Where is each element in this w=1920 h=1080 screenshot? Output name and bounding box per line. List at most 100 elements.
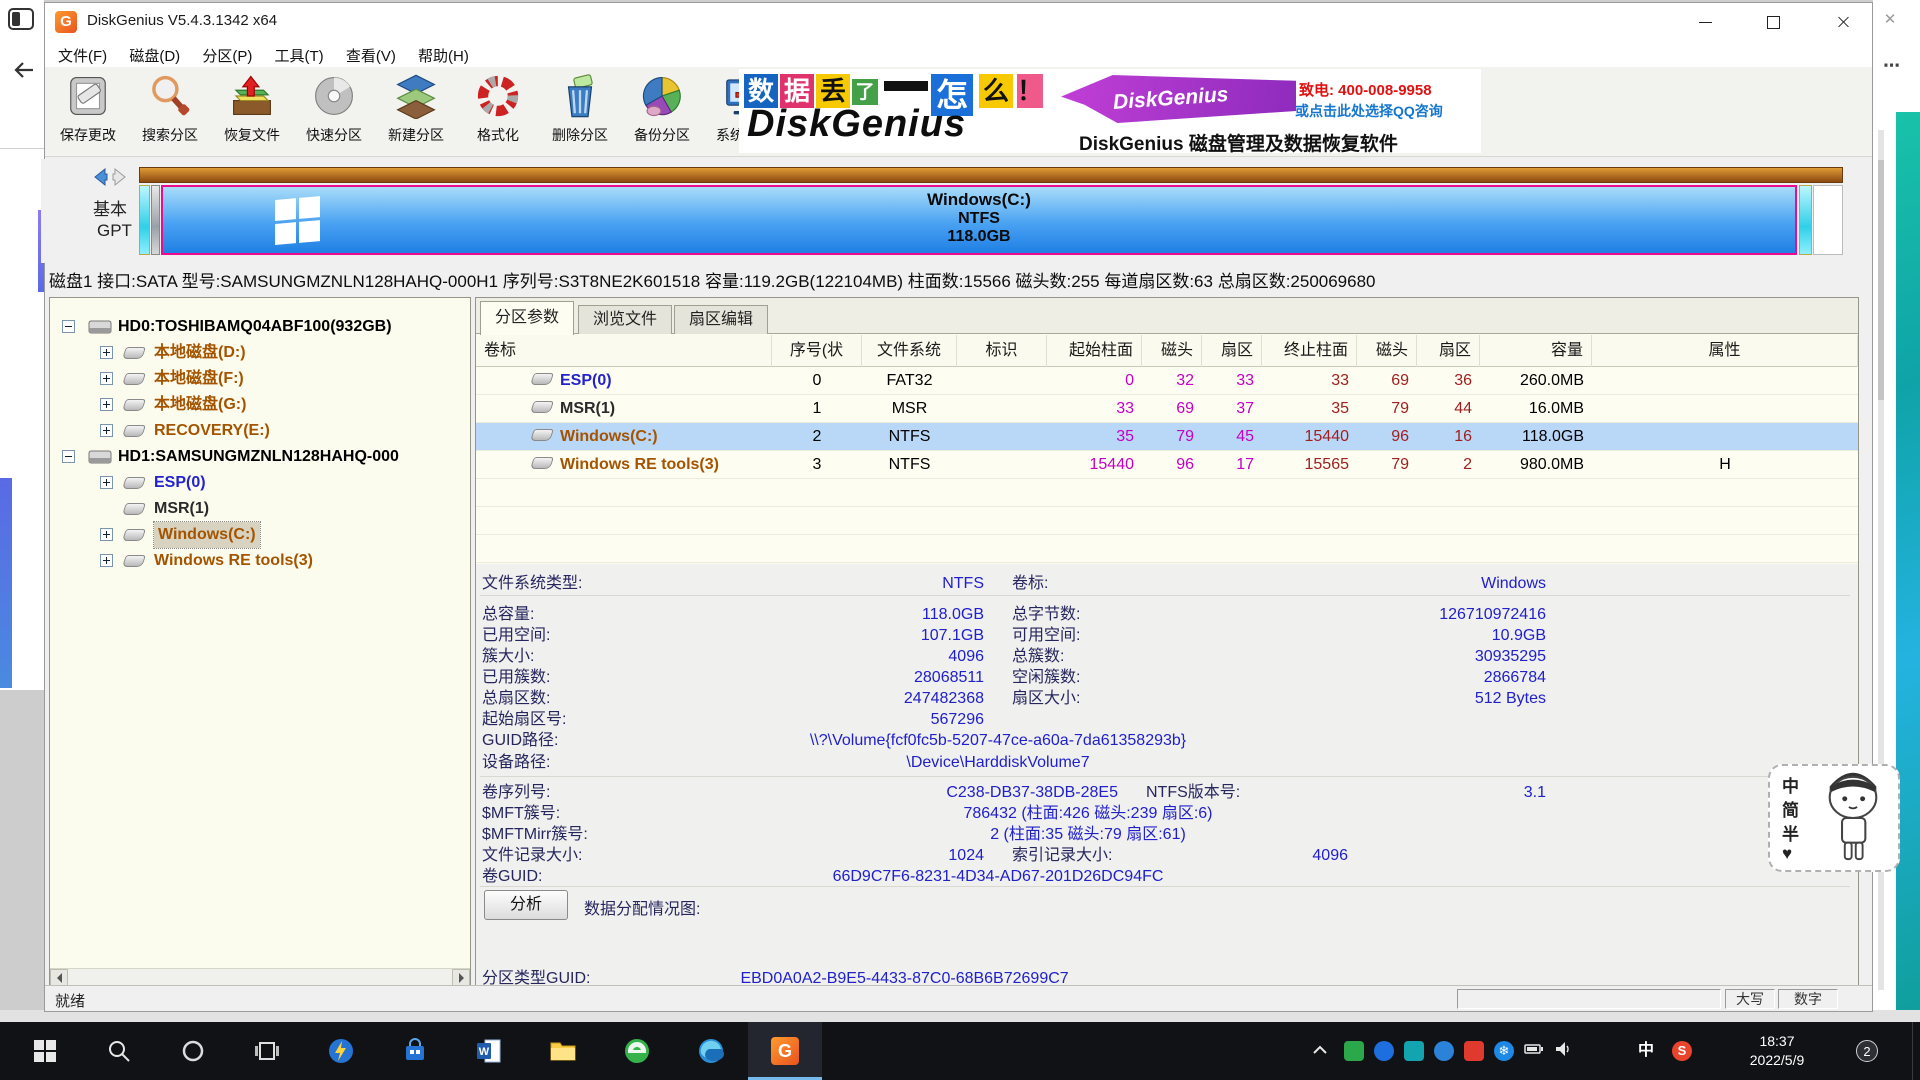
expand-icon[interactable] [100,372,113,385]
tree-item-windows-c[interactable]: Windows(C:) [50,522,470,548]
taskbar-search-button[interactable] [82,1022,156,1080]
taskbar-store-button[interactable] [378,1022,452,1080]
tray-sogou-icon[interactable]: S [1672,1041,1692,1061]
menu-tools[interactable]: 工具(T) [266,41,333,70]
quick-partition-button[interactable]: 快速分区 [293,71,375,153]
tray-qq-icon[interactable] [1434,1041,1454,1061]
tray-snowflake-icon[interactable]: ❄ [1494,1041,1514,1061]
tray-ime-indicator[interactable]: 中 [1636,1041,1656,1061]
table-row-windows-re-tools[interactable]: Windows RE tools(3) 3 NTFS 15440 96 17 1… [476,451,1858,479]
table-row-windows-c-selected[interactable]: Windows(C:) 2 NTFS 35 79 45 15440 96 16 … [476,423,1858,451]
back-arrow-icon[interactable] [12,58,36,82]
detail-row: 起始扇区号:567296 [482,709,1546,730]
more-menu-icon[interactable]: ⋯ [1883,56,1905,76]
table-empty-row [476,479,1858,507]
tree-item-hd0[interactable]: HD0:TOSHIBAMQ04ABF100(932GB) [50,314,470,340]
expand-icon[interactable] [100,476,113,489]
expand-icon[interactable] [100,398,113,411]
tree-item-recovery-e[interactable]: RECOVERY(E:) [50,418,470,444]
taskbar-browser-green-button[interactable] [600,1022,674,1080]
taskbar-app-lightning[interactable] [304,1022,378,1080]
tab-partition-parameters[interactable]: 分区参数 [480,301,574,335]
tray-teal-icon[interactable] [1404,1041,1424,1061]
ime-halfwidth-mode[interactable]: 半 [1782,820,1799,845]
partition-slice-windows-c-selected[interactable]: Windows(C:) NTFS 118.0GB [161,185,1797,255]
tray-green-icon[interactable] [1344,1041,1364,1061]
partition-slice-free[interactable] [1813,185,1843,255]
close-icon[interactable]: ✕ [1880,10,1900,30]
ime-chinese-mode[interactable]: 中 [1782,772,1799,797]
close-button[interactable] [1827,11,1861,33]
menu-partition[interactable]: 分区(P) [193,41,261,70]
search-partition-button[interactable]: 搜索分区 [129,71,211,153]
menu-view[interactable]: 查看(V) [337,41,405,70]
scroll-right-button[interactable] [452,969,470,986]
taskbar-clock[interactable]: 18:37 2022/5/9 [1727,1032,1827,1070]
partition-graph-panel: 基本 GPT Windows(C:) NTFS 118.0GB [41,159,1859,263]
ime-status-panel[interactable]: 中 简 半 ♥ [1768,764,1900,872]
tray-battery-icon[interactable] [1524,1041,1544,1061]
analyze-button[interactable]: 分析 [484,890,568,920]
taskbar-edge-button[interactable] [674,1022,748,1080]
maximize-button[interactable] [1757,11,1791,33]
partition-slice-win-re[interactable] [1799,185,1812,255]
banner-dash [884,81,928,91]
table-row-esp[interactable]: ESP(0) 0 FAT32 0 32 33 33 69 36 260.0MB [476,367,1858,395]
menu-disk[interactable]: 磁盘(D) [120,41,189,70]
minimize-button[interactable] [1689,11,1723,33]
tray-chevron-up-icon[interactable] [1310,1041,1330,1061]
partition-slice-msr[interactable] [151,185,160,255]
menu-file[interactable]: 文件(F) [49,41,116,70]
expand-icon[interactable] [100,424,113,437]
collapse-icon[interactable] [62,450,75,463]
tray-blue-icon[interactable] [1374,1041,1394,1061]
taskbar-explorer-button[interactable] [526,1022,600,1080]
taskbar-word-button[interactable]: W [452,1022,526,1080]
status-cell-empty [1457,989,1721,1009]
banner-qq-link[interactable]: 或点击此处选择QQ咨询 [1295,101,1479,121]
backup-partition-button[interactable]: 备份分区 [621,71,703,153]
ime-emoticon-icon[interactable]: ♥ [1782,844,1792,864]
expand-icon[interactable] [100,528,113,541]
collapse-icon[interactable] [62,320,75,333]
banner-ad[interactable]: 数 据 丢 了 怎 么 ！ DiskGenius DiskGenius 致电: … [739,69,1481,153]
format-button[interactable]: 格式化 [457,71,539,153]
start-button[interactable] [8,1022,82,1080]
new-partition-button[interactable]: 新建分区 [375,71,457,153]
ime-simplified-mode[interactable]: 简 [1782,796,1799,821]
save-changes-button[interactable]: 保存更改 [47,71,129,153]
taskbar-cortana-button[interactable] [156,1022,230,1080]
recover-files-button[interactable]: 恢复文件 [211,71,293,153]
expand-icon[interactable] [100,554,113,567]
backup-partition-icon [639,73,685,119]
disk-nav-arrows-icon[interactable] [89,167,137,187]
scroll-left-button[interactable] [50,969,68,986]
tray-volume-icon[interactable] [1554,1041,1574,1061]
disk-icon [88,449,112,465]
tree-item-local-disk-f[interactable]: 本地磁盘(F:) [50,366,470,392]
menu-help[interactable]: 帮助(H) [409,41,478,70]
taskbar-task-view-button[interactable] [230,1022,304,1080]
tree-item-local-disk-d[interactable]: 本地磁盘(D:) [50,340,470,366]
tree-item-esp[interactable]: ESP(0) [50,470,470,496]
notification-badge[interactable]: 2 [1856,1040,1878,1062]
partition-slice-esp[interactable] [139,185,150,255]
tab-sector-edit[interactable]: 扇区编辑 [674,305,768,334]
disk-capacity-strip[interactable] [139,167,1843,183]
disk-type-basic: 基本 [93,195,127,220]
expand-icon[interactable] [100,346,113,359]
table-row-msr[interactable]: MSR(1) 1 MSR 33 69 37 35 79 44 16.0MB [476,395,1858,423]
tray-red-icon[interactable] [1464,1041,1484,1061]
show-desktop-button[interactable] [1912,1022,1920,1080]
delete-partition-button[interactable]: 删除分区 [539,71,621,153]
tree-item-local-disk-g[interactable]: 本地磁盘(G:) [50,392,470,418]
tree-item-hd1[interactable]: HD1:SAMSUNGMZNLN128HAHQ-000 [50,444,470,470]
taskbar: W G ❄ 中 S 18:37 2 [0,1022,1920,1080]
tree-item-windows-re-tools[interactable]: Windows RE tools(3) [50,548,470,574]
tree-item-msr[interactable]: MSR(1) [50,496,470,522]
tab-browse-files[interactable]: 浏览文件 [578,305,672,334]
taskbar-diskgenius-button-active[interactable]: G [748,1022,822,1080]
tree-horizontal-scrollbar[interactable] [50,968,470,986]
word-icon: W [476,1038,502,1064]
scrollbar-thumb[interactable] [1878,160,1884,400]
